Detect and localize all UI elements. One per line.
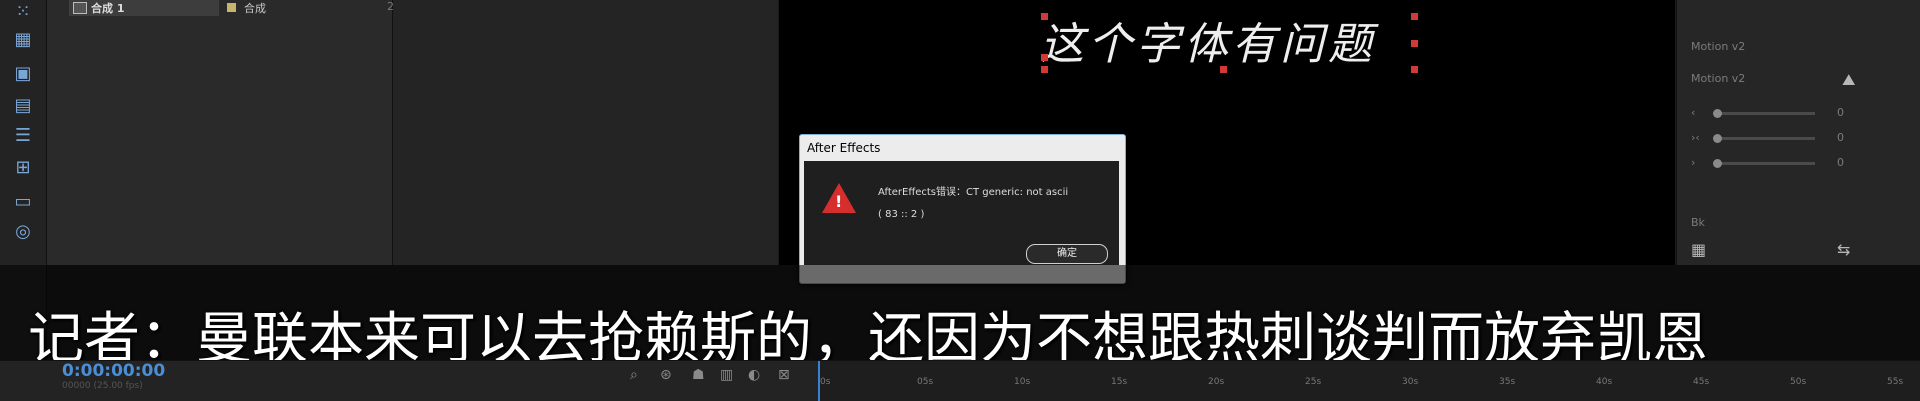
selection-handle-br[interactable] [1411,66,1418,73]
hand-tool-icon[interactable]: ⁙ [9,0,37,24]
current-timecode[interactable]: 0:00:00:00 [62,361,165,381]
layout-icon[interactable]: ⊞ [9,156,37,180]
folder-icon[interactable]: ▣ [9,62,37,86]
list-icon[interactable]: ☰ [9,124,37,148]
frame-blend-icon[interactable]: ▥ [720,367,733,383]
camera-icon[interactable]: ◎ [9,220,37,244]
dialog-error-code: ( 83 :: 2 ) [878,209,925,220]
frame-rate: 00000 (25.00 fps) [62,381,143,391]
selection-handle-bm[interactable] [1220,66,1227,73]
time-ruler[interactable]: 0s 05s 10s 15s 20s 25s 30s 35s 40s 45s 50s 55s [820,361,1920,401]
ok-button[interactable]: 确定 [1026,244,1108,264]
time-ruler-tick: 50s [1790,377,1807,387]
playhead[interactable] [818,361,820,401]
dialog-body: ! AfterEffects错误：CT generic: not ascii (… [804,161,1119,265]
swap-icon[interactable]: ⇆ [1837,240,1850,259]
graph-editor-icon[interactable]: ⊠ [778,367,790,383]
time-ruler-tick: 35s [1499,377,1516,387]
grid-tool-icon[interactable]: ▦ [9,28,37,52]
time-ruler-tick: 55s [1887,377,1904,387]
project-panel: 合成 1 合成 25 [47,0,401,265]
slider-3-knob[interactable] [1713,159,1722,168]
footage-icon[interactable]: ▤ [9,94,37,118]
time-ruler-tick: 40s [1596,377,1613,387]
project-item-row[interactable]: 合成 1 合成 25 [69,0,419,16]
slider-3[interactable] [1715,162,1815,165]
time-ruler-tick: 10s [1014,377,1031,387]
slider-2-knob[interactable] [1713,134,1722,143]
time-ruler-tick: 05s [917,377,934,387]
bk-label: Bk [1691,216,1705,229]
motion-dropdown[interactable]: Motion v2 [1691,72,1745,85]
time-ruler-tick: 45s [1693,377,1710,387]
time-ruler-tick: 25s [1305,377,1322,387]
both-arrow-icon[interactable]: ›‹ [1691,131,1700,144]
comp-flow-icon[interactable]: ⊛ [660,367,672,383]
label-color-swatch[interactable] [227,3,236,12]
left-arrow-icon[interactable]: ‹ [1691,106,1695,119]
slider-1-value: 0 [1837,106,1844,119]
selection-handle-ml[interactable] [1041,54,1048,61]
slider-2[interactable] [1715,137,1815,140]
motion-blur-icon[interactable]: ◐ [748,367,760,383]
dialog-title: After Effects [807,141,881,155]
motion-label: Motion v2 [1691,40,1746,53]
warning-exclamation-icon: ! [835,192,843,211]
slider-2-value: 0 [1837,131,1844,144]
time-ruler-tick: 0s [820,377,831,387]
time-ruler-tick: 30s [1402,377,1419,387]
slider-1[interactable] [1715,112,1815,115]
slider-1-knob[interactable] [1713,109,1722,118]
grid-view-icon[interactable]: ▦ [1691,240,1706,259]
viewer-text-layer[interactable]: 这个字体有问题 [1040,8,1376,72]
slider-3-value: 0 [1837,156,1844,169]
project-item-name: 合成 1 [91,2,125,15]
right-arrow-icon[interactable]: › [1691,156,1695,169]
project-item-type: 合成 [244,2,266,15]
time-ruler-tick: 15s [1111,377,1128,387]
dialog-message: AfterEffects错误：CT generic: not ascii [878,187,1069,198]
panel-icon[interactable]: ▭ [9,190,37,214]
motion-panel: Motion v2 Motion v2 ⛰ ‹ 0 ›‹ 0 › 0 Bk ▦ … [1676,0,1920,265]
selection-handle-mr[interactable] [1411,40,1418,47]
effect-controls-panel [393,0,778,265]
timeline-panel: 0:00:00:00 00000 (25.00 fps) ⌕ ⊛ ☗ ▥ ◐ ⊠… [0,360,1920,401]
mountain-icon[interactable]: ⛰ [1842,70,1855,90]
time-ruler-tick: 20s [1208,377,1225,387]
shy-icon[interactable]: ☗ [692,367,705,383]
composition-icon [73,2,87,14]
selection-handle-tl[interactable] [1041,13,1048,20]
search-layers-icon[interactable]: ⌕ [630,367,638,383]
error-dialog: After Effects ! AfterEffects错误：CT generi… [799,134,1126,284]
selection-handle-bl[interactable] [1041,66,1048,73]
selection-handle-tr[interactable] [1411,13,1418,20]
